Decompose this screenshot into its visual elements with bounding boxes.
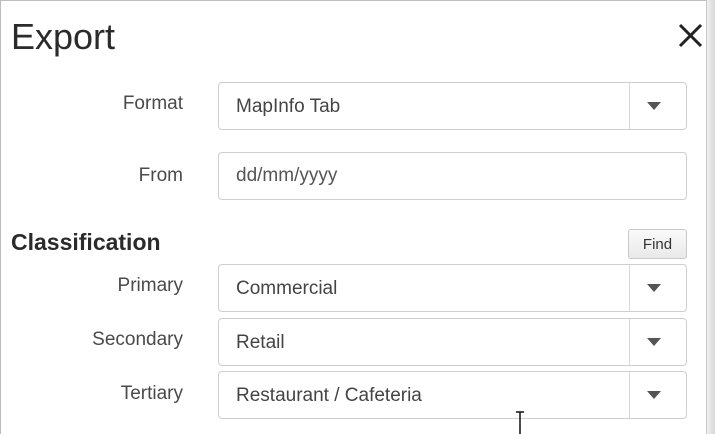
tertiary-label: Tertiary [120,383,183,404]
tertiary-select[interactable]: Restaurant / Cafeteria [218,371,687,419]
select-divider [629,372,630,418]
tertiary-select-value: Restaurant / Cafeteria [236,385,422,406]
close-button[interactable] [673,15,707,55]
format-select[interactable]: MapInfo Tab [218,82,687,130]
format-select-value: MapInfo Tab [236,96,341,117]
window-edge [706,0,715,434]
secondary-select-value: Retail [236,332,285,353]
from-label: From [138,165,183,186]
select-divider [629,319,630,365]
text-cursor-icon [516,411,524,434]
select-divider [629,265,630,311]
find-button[interactable]: Find [628,229,687,259]
from-date-input[interactable] [218,152,687,200]
secondary-select[interactable]: Retail [218,318,687,366]
chevron-down-icon [647,102,661,110]
export-dialog: Export Format MapInfo Tab From Classific… [0,0,713,434]
chevron-down-icon [647,284,661,292]
dialog-title: Export [11,16,116,57]
primary-label: Primary [117,275,183,296]
select-divider [629,83,630,129]
primary-select-value: Commercial [236,278,338,299]
format-label: Format [122,93,183,114]
chevron-down-icon [647,338,661,346]
secondary-label: Secondary [92,329,183,350]
close-icon [678,23,703,48]
classification-heading: Classification [11,229,161,255]
primary-select[interactable]: Commercial [218,264,687,312]
chevron-down-icon [647,391,661,399]
